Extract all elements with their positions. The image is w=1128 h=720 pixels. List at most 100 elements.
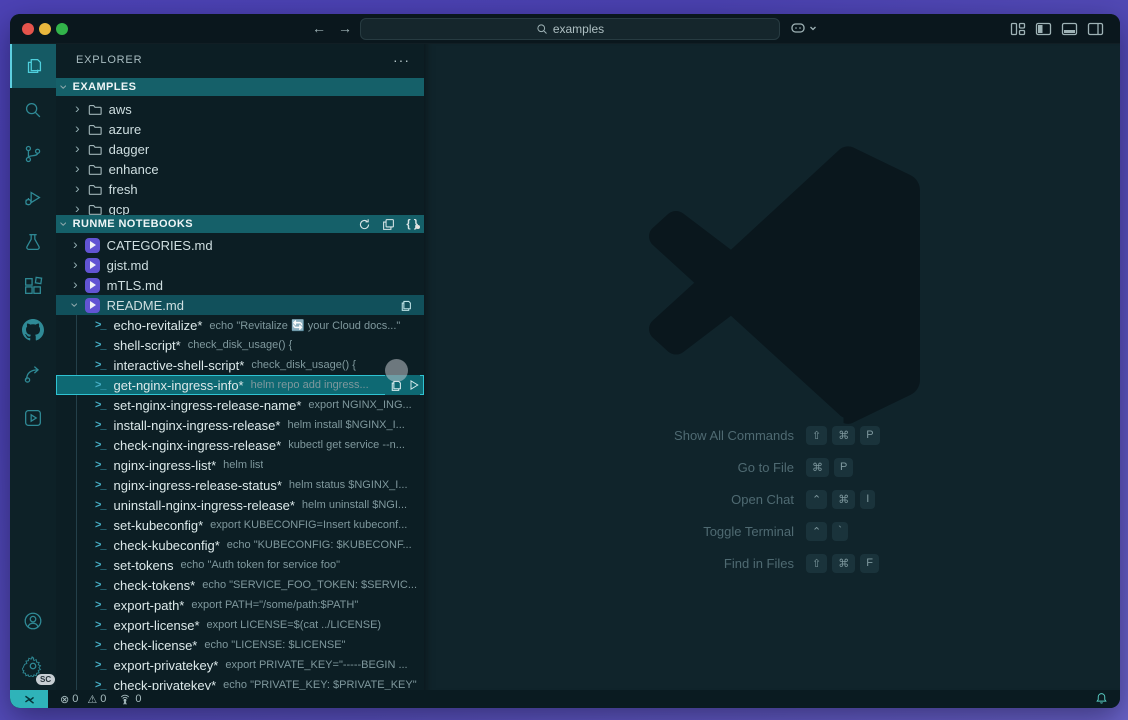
toggle-secondary-sidebar-button[interactable]	[1087, 21, 1104, 37]
notebook-cell-row[interactable]: >_ interactive-shell-script* check_disk_…	[56, 355, 424, 375]
notebook-file-list: › CATEGORIES.md › gist.md › mTLS.md	[56, 235, 424, 295]
runme-notebook-icon	[85, 238, 100, 253]
folder-row[interactable]: › enhance	[56, 159, 424, 179]
command-center-search[interactable]: examples	[360, 18, 780, 40]
customize-layout-button[interactable]	[1009, 21, 1026, 37]
notebook-cell-row[interactable]: >_ shell-script* check_disk_usage() {	[56, 335, 424, 355]
key-p: P	[860, 426, 879, 445]
notebook-cell-row[interactable]: >_ install-nginx-ingress-release* helm i…	[56, 415, 424, 435]
toggle-primary-sidebar-button[interactable]	[1035, 21, 1052, 37]
extensions-icon	[22, 275, 44, 297]
open-editor-icon[interactable]	[382, 218, 395, 231]
copy-icon[interactable]	[399, 299, 412, 312]
copilot-menu[interactable]	[790, 21, 817, 35]
json-braces-icon[interactable]: { }	[406, 218, 418, 230]
folder-row[interactable]: › fresh	[56, 179, 424, 199]
chevron-right-icon: ›	[75, 201, 80, 215]
notebook-cell-row[interactable]: >_ check-kubeconfig* echo "KUBECONFIG: $…	[56, 535, 424, 555]
key-ctrl: ⌃	[806, 522, 827, 541]
folder-row[interactable]: › gcp	[56, 199, 424, 215]
editor-area: Show All Commands ⇧⌘P Go to File ⌘P Open…	[424, 44, 1120, 690]
terminal-prompt-icon: >_	[95, 559, 106, 571]
notebook-cell-row[interactable]: >_ check-nginx-ingress-release* kubectl …	[56, 435, 424, 455]
activity-extensions[interactable]	[10, 264, 56, 308]
folder-icon	[88, 203, 102, 216]
section-runme-notebooks[interactable]: › RUNME NOTEBOOKS { }	[56, 215, 424, 233]
notebook-cell-row[interactable]: >_ check-privatekey* echo "PRIVATE_KEY: …	[56, 675, 424, 690]
toggle-panel-button[interactable]	[1061, 21, 1078, 37]
chevron-right-icon: ›	[75, 121, 80, 135]
activity-source-control[interactable]	[10, 132, 56, 176]
notebook-cell-row[interactable]: >_ nginx-ingress-release-status* helm st…	[56, 475, 424, 495]
notebook-cell-row[interactable]: >_ set-tokens echo "Auth token for servi…	[56, 555, 424, 575]
problems-indicator[interactable]: ⊗ 0 ⚠ 0	[60, 693, 106, 706]
activity-run-debug[interactable]	[10, 176, 56, 220]
notifications-bell[interactable]	[1095, 692, 1108, 708]
shortcut-row: Find in Files ⇧⌘F	[544, 552, 880, 574]
terminal-prompt-icon: >_	[95, 539, 106, 551]
activity-explorer[interactable]	[10, 44, 56, 88]
run-cell-play-icon[interactable]	[408, 379, 420, 391]
activity-search[interactable]	[10, 88, 56, 132]
terminal-prompt-icon: >_	[95, 659, 106, 671]
notebook-cell-row[interactable]: >_ echo-revitalize* echo "Revitalize 🔄 y…	[56, 315, 424, 335]
chevron-down-icon	[809, 24, 817, 32]
notebook-cell-row[interactable]: >_ set-kubeconfig* export KUBECONFIG=Ins…	[56, 515, 424, 535]
vscode-logo-watermark	[645, 145, 925, 425]
activity-testing[interactable]	[10, 220, 56, 264]
notebook-cell-row[interactable]: >_ check-tokens* echo "SERVICE_FOO_TOKEN…	[56, 575, 424, 595]
activity-share[interactable]	[10, 352, 56, 396]
sidebar-header: EXPLORER ···	[56, 44, 424, 76]
runme-notebook-icon	[85, 298, 100, 313]
shortcut-row: Go to File ⌘P	[544, 456, 880, 478]
ports-indicator[interactable]: 0	[118, 693, 141, 706]
notebook-cell-row[interactable]: >_ check-license* echo "LICENSE: $LICENS…	[56, 635, 424, 655]
terminal-prompt-icon: >_	[95, 399, 106, 411]
terminal-prompt-icon: >_	[95, 379, 106, 391]
navigate-back-button[interactable]: ←	[310, 20, 328, 36]
key-cmd: ⌘	[806, 458, 829, 477]
notebook-cell-row[interactable]: >_ set-nginx-ingress-release-name* expor…	[56, 395, 424, 415]
terminal-prompt-icon: >_	[95, 359, 106, 371]
chevron-right-icon: ›	[75, 101, 80, 115]
navigate-forward-button[interactable]: →	[336, 20, 354, 36]
notebook-cell-row[interactable]: >_ export-license* export LICENSE=$(cat …	[56, 615, 424, 635]
terminal-prompt-icon: >_	[95, 479, 106, 491]
github-icon	[22, 319, 44, 341]
notebook-cell-row[interactable]: >_ export-privatekey* export PRIVATE_KEY…	[56, 655, 424, 675]
key-p: P	[834, 458, 853, 477]
notebook-file-row[interactable]: › gist.md	[56, 255, 424, 275]
notebook-cell-row[interactable]: >_ export-path* export PATH="/some/path:…	[56, 595, 424, 615]
more-actions-icon[interactable]: ···	[393, 52, 410, 68]
notebook-file-row[interactable]: › mTLS.md	[56, 275, 424, 295]
notebook-file-row[interactable]: › CATEGORIES.md	[56, 235, 424, 255]
readme-file-row[interactable]: › README.md	[56, 295, 424, 315]
folder-row[interactable]: › dagger	[56, 139, 424, 159]
accounts-button[interactable]	[10, 599, 56, 643]
minimize-window-button[interactable]	[39, 23, 51, 35]
copilot-icon	[790, 21, 806, 35]
remote-indicator[interactable]	[10, 690, 48, 708]
error-count: 0	[72, 693, 78, 705]
folder-row[interactable]: › azure	[56, 119, 424, 139]
notebook-cell-list: >_ echo-revitalize* echo "Revitalize 🔄 y…	[56, 315, 424, 690]
activity-github[interactable]	[10, 308, 56, 352]
activity-bar	[10, 44, 56, 690]
folder-icon	[88, 143, 102, 156]
refresh-icon[interactable]	[358, 218, 371, 231]
chevron-right-icon: ›	[75, 161, 80, 175]
run-and-debug-icon	[22, 187, 44, 209]
notebook-cell-row[interactable]: >_ uninstall-nginx-ingress-release* helm…	[56, 495, 424, 515]
activity-runme[interactable]	[10, 396, 56, 440]
section-examples[interactable]: › EXAMPLES	[56, 78, 424, 96]
chevron-right-icon: ›	[73, 277, 78, 291]
section-examples-label: EXAMPLES	[73, 81, 137, 93]
folder-row[interactable]: › aws	[56, 99, 424, 119]
notebook-cell-row[interactable]: >_ nginx-ingress-list* helm list	[56, 455, 424, 475]
close-window-button[interactable]	[22, 23, 34, 35]
ports-count: 0	[135, 693, 141, 705]
zoom-window-button[interactable]	[56, 23, 68, 35]
chevron-down-icon: ›	[68, 303, 82, 308]
notebook-cell-row[interactable]: >_ get-nginx-ingress-info* helm repo add…	[56, 375, 424, 395]
toggle-secondary-sidebar-icon	[1087, 21, 1104, 37]
